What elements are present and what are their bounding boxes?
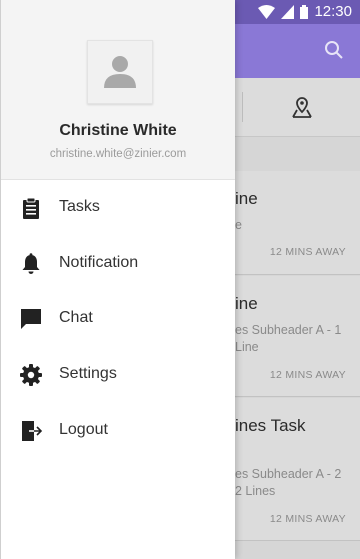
task-card-distance: 12 MINS AWAY <box>269 369 346 381</box>
user-email: christine.white@zinier.com <box>49 148 187 160</box>
menu-item-label: Chat <box>59 309 93 326</box>
battery-icon <box>300 4 309 19</box>
gear-icon <box>20 364 42 386</box>
search-icon[interactable] <box>324 40 344 60</box>
logout-icon <box>22 421 43 441</box>
avatar[interactable] <box>87 40 153 104</box>
menu-item-settings[interactable]: Settings <box>1 349 235 401</box>
status-time: 12:30 <box>314 3 352 20</box>
menu-item-logout[interactable]: Logout <box>1 405 235 457</box>
bell-icon <box>22 253 40 274</box>
clipboard-icon <box>23 197 39 219</box>
task-card-title: ine <box>235 189 258 208</box>
menu-item-label: Settings <box>59 365 117 382</box>
task-card-subtitle-line2: Line <box>235 340 259 354</box>
chat-icon <box>21 309 41 329</box>
task-card-title: ines Task <box>235 416 306 435</box>
task-card-subtitle: es Subheader A - 2 <box>235 467 342 481</box>
user-name: Christine White <box>59 122 177 139</box>
wifi-icon <box>258 4 276 19</box>
drawer-header: Christine White christine.white@zinier.c… <box>1 0 235 180</box>
map-pin-icon[interactable] <box>290 96 314 118</box>
menu-item-label: Notification <box>59 254 139 271</box>
task-card-subtitle-line2: 2 Lines <box>235 484 276 498</box>
menu-item-label: Tasks <box>59 198 100 215</box>
task-card-distance: 12 MINS AWAY <box>269 246 346 258</box>
tab-divider <box>242 92 243 122</box>
menu-item-label: Logout <box>59 421 108 438</box>
menu-item-tasks[interactable]: Tasks <box>1 182 235 234</box>
menu-item-chat[interactable]: Chat <box>1 293 235 345</box>
task-card-distance: 12 MINS AWAY <box>269 513 346 525</box>
signal-icon <box>281 4 295 19</box>
task-card-subtitle: e <box>235 218 242 232</box>
task-card-title: ine <box>235 294 258 313</box>
menu-item-notification[interactable]: Notification <box>1 238 235 290</box>
user-placeholder-icon <box>104 56 136 88</box>
navigation-drawer: Christine White christine.white@zinier.c… <box>0 0 235 559</box>
task-card-subtitle: es Subheader A - 1 <box>235 323 342 337</box>
